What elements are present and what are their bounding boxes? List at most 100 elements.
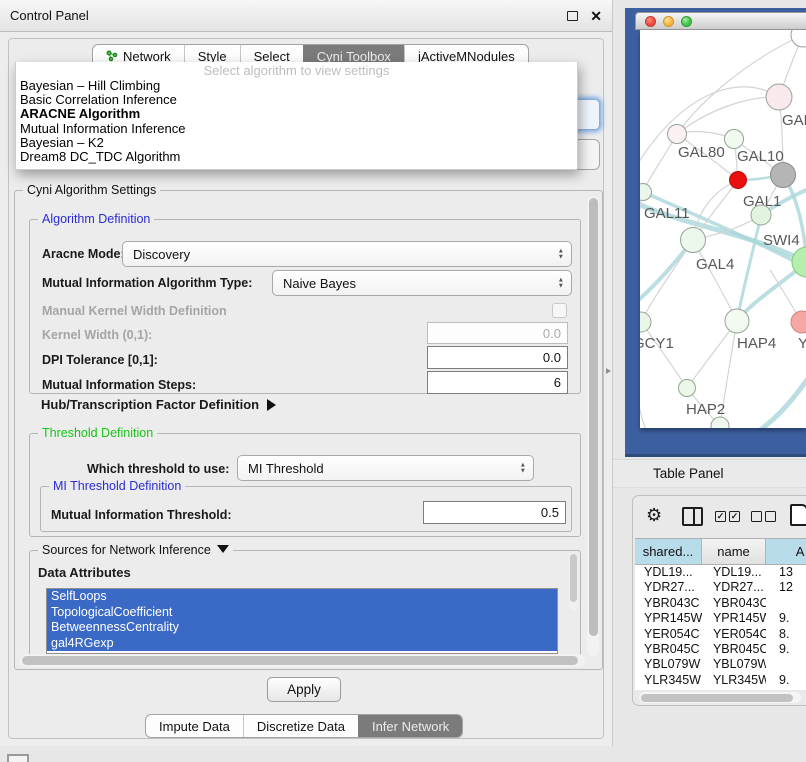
- table-row[interactable]: YPR145WYPR145W9.: [635, 611, 806, 626]
- settings-vertical-scrollbar[interactable]: [587, 196, 599, 656]
- close-traffic-light[interactable]: [645, 16, 656, 27]
- data-attributes-list[interactable]: SelfLoopsTopologicalCoefficientBetweenne…: [46, 588, 558, 654]
- node-label: Y: [798, 335, 806, 352]
- table-row[interactable]: YBR045CYBR045C9.: [635, 642, 806, 657]
- columns-icon[interactable]: [682, 507, 703, 526]
- mi-algorithm-type-value: Naive Bayes: [283, 276, 356, 291]
- algorithm-option-bayesian-hill-climbing[interactable]: Bayesian – Hill Climbing: [16, 79, 577, 93]
- tab-infer-network[interactable]: Infer Network: [358, 715, 462, 737]
- network-node-hap2[interactable]: HAP2: [679, 380, 726, 419]
- cell: 13: [766, 565, 806, 580]
- node-label: GCY1: [640, 335, 674, 352]
- threshold-definition-group: Threshold Definition Which threshold to …: [29, 433, 581, 537]
- algorithm-option-basic-correlation-inference[interactable]: Basic Correlation Inference: [16, 93, 577, 107]
- table-toolbar: ⚙ ✓ ✓: [633, 502, 806, 532]
- algorithm-option-bayesian-k2[interactable]: Bayesian – K2: [16, 136, 577, 150]
- which-threshold-select[interactable]: MI Threshold ▲▼: [237, 455, 534, 481]
- cell: YPR145W: [635, 611, 702, 626]
- table-row[interactable]: YER054CYER054C8.: [635, 627, 806, 642]
- attribute-item-topologicalcoefficient[interactable]: TopologicalCoefficient: [47, 605, 557, 621]
- select-all-checkbox-icon[interactable]: ✓: [729, 511, 740, 522]
- column-header-name[interactable]: name: [702, 539, 766, 564]
- table-row[interactable]: YDR27...YDR27...12: [635, 580, 806, 595]
- attribute-item-betweennesscentrality[interactable]: BetweennessCentrality: [47, 620, 557, 636]
- column-header-a[interactable]: A: [766, 539, 806, 564]
- tab-label: Impute Data: [159, 719, 230, 734]
- attribute-item-gal4rgexp[interactable]: gal4RGexp: [47, 636, 557, 652]
- algorithm-dropdown-items: Bayesian – Hill ClimbingBasic Correlatio…: [16, 79, 577, 164]
- node-label: GAL11: [644, 205, 690, 222]
- tab-label: Discretize Data: [257, 719, 345, 734]
- minimize-traffic-light[interactable]: [663, 16, 674, 27]
- network-icon: [106, 50, 118, 62]
- attributes-scrollbar[interactable]: [569, 553, 578, 611]
- kernel-width-field[interactable]: 0.0: [427, 322, 568, 344]
- node-label: HAP4: [737, 335, 776, 352]
- panel-splitter-handle[interactable]: [606, 368, 611, 374]
- cell: 9.: [766, 673, 806, 688]
- node-table: shared...nameA YDL19...YDL19...13YDR27..…: [635, 538, 806, 690]
- algorithm-option-aracne-algorithm[interactable]: ARACNE Algorithm: [16, 107, 577, 121]
- tab-discretize-data[interactable]: Discretize Data: [243, 715, 358, 737]
- cell: YLR345W: [635, 673, 702, 688]
- network-node-gal-pink[interactable]: GAL: [766, 84, 806, 129]
- deselect-all-checkbox-icon[interactable]: [751, 511, 762, 522]
- mi-algorithm-type-select[interactable]: Naive Bayes ▲▼: [272, 270, 572, 296]
- hub-definition-toggle[interactable]: Hub/Transcription Factor Definition: [41, 396, 276, 414]
- cell: 12: [766, 580, 806, 595]
- sources-legend[interactable]: Sources for Network Inference: [38, 543, 233, 558]
- table-row[interactable]: YLR345WYLR345W9.: [635, 673, 806, 688]
- table-row[interactable]: YIL052CYIL052C9: [635, 688, 806, 690]
- float-window-icon[interactable]: [567, 11, 578, 21]
- cell: YBR045C: [702, 642, 766, 657]
- network-node-top-partial[interactable]: [791, 30, 806, 47]
- mi-steps-field[interactable]: 6: [427, 371, 568, 394]
- network-node-gcy1[interactable]: GCY1: [640, 312, 674, 352]
- algorithm-option-dream8-dc-tdc-algorithm[interactable]: Dream8 DC_TDC Algorithm: [16, 150, 577, 164]
- network-view-window: GALGAL80GAL10GAL1GAL11SWI4GAL4GCY1HAP4YH…: [625, 8, 806, 457]
- minimized-panel-icon[interactable]: [7, 754, 29, 762]
- table-row[interactable]: YBL079WYBL079W: [635, 657, 806, 672]
- mi-threshold-group: MI Threshold Definition Mutual Informati…: [40, 486, 572, 532]
- cyni-algorithm-settings-group: Cyni Algorithm Settings Algorithm Defini…: [14, 190, 603, 670]
- expanded-arrow-icon: [217, 545, 229, 553]
- close-icon[interactable]: ✕: [590, 9, 602, 23]
- control-panel-window: Control Panel ✕ NetworkStyleSelectCyni T…: [0, 0, 613, 746]
- dpi-tolerance-label: DPI Tolerance [0,1]:: [42, 353, 158, 367]
- manual-kernel-label: Manual Kernel Width Definition: [42, 304, 227, 318]
- table-horizontal-scrollbar[interactable]: [639, 692, 801, 703]
- algorithm-dropdown-popup: Select algorithm to view settings Bayesi…: [15, 62, 578, 170]
- tab-impute-data[interactable]: Impute Data: [146, 715, 243, 737]
- control-panel-titlebar: Control Panel ✕: [0, 0, 612, 32]
- tab-label: Infer Network: [372, 719, 449, 734]
- dpi-tolerance-field[interactable]: 0.0: [427, 346, 568, 369]
- aracne-mode-select[interactable]: Discovery ▲▼: [122, 241, 572, 267]
- cell: YBL079W: [635, 657, 702, 672]
- control-panel-title: Control Panel: [10, 8, 567, 23]
- attribute-item-selfloops[interactable]: SelfLoops: [47, 589, 557, 605]
- new-table-icon[interactable]: [790, 504, 806, 526]
- network-canvas[interactable]: GALGAL80GAL10GAL1GAL11SWI4GAL4GCY1HAP4YH…: [640, 30, 806, 428]
- table-panel-titlebar: Table Panel: [613, 459, 806, 488]
- gear-icon[interactable]: ⚙: [646, 505, 662, 526]
- settings-horizontal-scrollbar[interactable]: [20, 654, 585, 667]
- table-row[interactable]: YBR043CYBR043C: [635, 596, 806, 611]
- select-all-checkbox-icon[interactable]: ✓: [715, 511, 726, 522]
- algorithm-dropdown-prompt: Select algorithm to view settings: [16, 63, 577, 79]
- deselect-all-checkbox-icon[interactable]: [765, 511, 776, 522]
- hub-definition-label: Hub/Transcription Factor Definition: [41, 397, 259, 412]
- network-node-gal10[interactable]: GAL10: [725, 130, 784, 166]
- mi-threshold-field[interactable]: 0.5: [423, 501, 566, 524]
- algorithm-option-mutual-information-inference[interactable]: Mutual Information Inference: [16, 122, 577, 136]
- network-node-gal80[interactable]: GAL80: [668, 125, 725, 162]
- network-node-salmon-node[interactable]: Y: [791, 311, 806, 352]
- column-header-shared-[interactable]: shared...: [635, 539, 702, 564]
- stepper-arrows-icon: ▲▼: [520, 463, 526, 474]
- apply-button[interactable]: Apply: [267, 677, 341, 702]
- manual-kernel-checkbox[interactable]: [552, 303, 567, 318]
- node-label: GAL10: [737, 148, 784, 165]
- table-row[interactable]: YDL19...YDL19...13: [635, 565, 806, 580]
- zoom-traffic-light[interactable]: [681, 16, 692, 27]
- network-node-gray-node[interactable]: [771, 163, 796, 188]
- cell: 9.: [766, 642, 806, 657]
